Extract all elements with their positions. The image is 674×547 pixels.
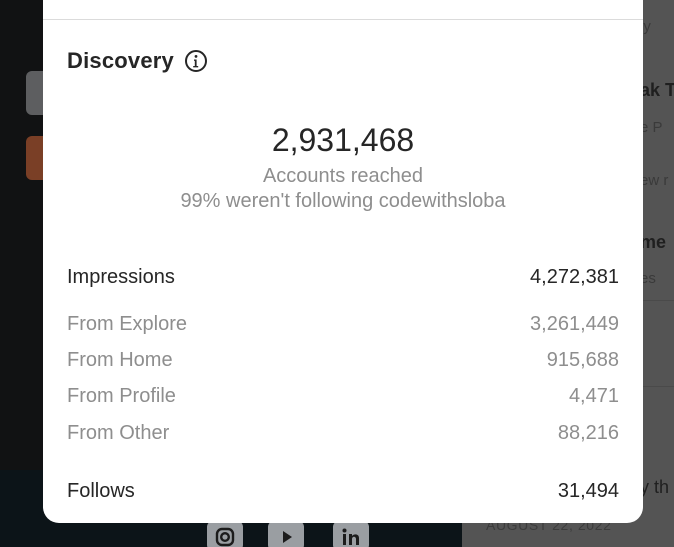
modal-divider [43, 19, 643, 20]
background-text: e P [640, 119, 663, 136]
not-following-note: 99% weren't following codewithsloba [180, 190, 506, 212]
row-value: 88,216 [557, 422, 619, 444]
impressions-from-explore-row: From Explore 3,261,449 [67, 312, 619, 336]
accounts-reached-label: Accounts reached [262, 165, 424, 187]
row-label: From Home [67, 349, 173, 371]
row-label: Impressions [67, 266, 175, 288]
impressions-from-home-row: From Home 915,688 [67, 348, 619, 372]
follows-row: Follows 31,494 [67, 479, 619, 503]
discovery-header: Discovery [67, 48, 208, 74]
background-text: me [640, 232, 667, 252]
accounts-reached-summary: 2,931,468 Accounts reached 99% weren't f… [43, 120, 643, 214]
instagram-icon[interactable] [207, 521, 243, 547]
youtube-icon[interactable] [268, 521, 304, 547]
accounts-reached-value: 2,931,468 [271, 122, 415, 158]
row-label: From Other [67, 422, 170, 444]
impressions-row: Impressions 4,272,381 [67, 265, 619, 289]
linkedin-icon[interactable] [333, 521, 369, 547]
insights-modal: Discovery 2,931,468 Accounts reached 99%… [43, 0, 643, 523]
impressions-from-other-row: From Other 88,216 [67, 421, 619, 445]
background-text: ew r [640, 172, 669, 189]
row-value: 3,261,449 [530, 313, 619, 335]
row-value: 4,272,381 [530, 266, 619, 288]
background-text: y th [640, 477, 670, 497]
row-label: From Profile [67, 385, 176, 407]
info-icon[interactable] [184, 49, 208, 73]
section-title: Discovery [67, 48, 174, 73]
row-value: 31,494 [557, 480, 619, 502]
background-text: ak T [640, 80, 674, 100]
row-value: 915,688 [546, 349, 619, 371]
impressions-from-profile-row: From Profile 4,471 [67, 384, 619, 408]
row-label: Follows [67, 480, 135, 502]
row-label: From Explore [67, 313, 188, 335]
row-value: 4,471 [568, 385, 619, 407]
